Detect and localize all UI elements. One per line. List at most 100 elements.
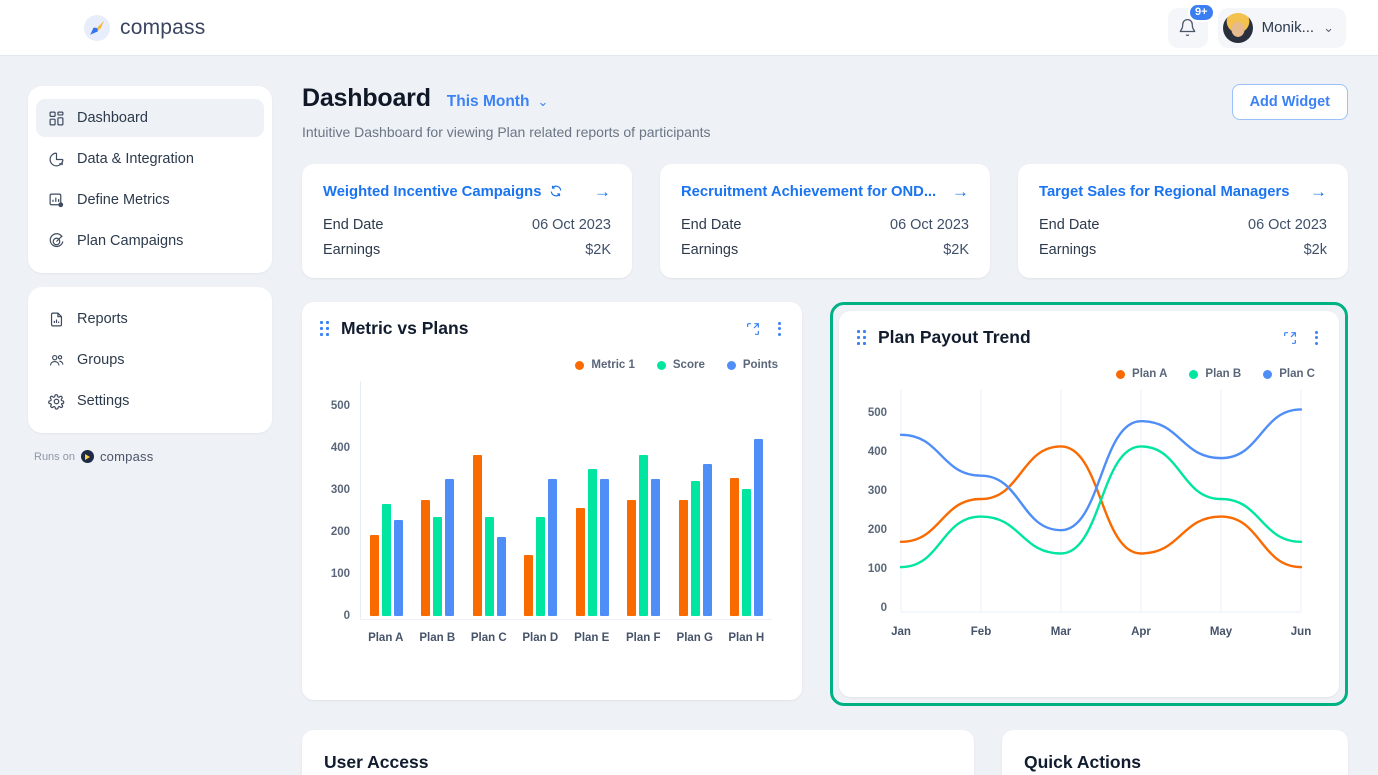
bar[interactable] bbox=[600, 479, 609, 616]
legend-item[interactable]: Plan B bbox=[1189, 368, 1241, 380]
arrow-right-icon[interactable]: → bbox=[1300, 182, 1327, 202]
chevron-down-icon: ⌄ bbox=[537, 94, 548, 110]
metrics-chart-icon bbox=[48, 192, 65, 209]
legend-item[interactable]: Plan A bbox=[1116, 368, 1167, 380]
sidebar-item-label: Data & Integration bbox=[77, 151, 194, 167]
bar[interactable] bbox=[445, 479, 454, 616]
y-axis-tick-label: 300 bbox=[853, 485, 887, 497]
bar[interactable] bbox=[536, 517, 545, 616]
document-report-icon bbox=[48, 311, 65, 328]
target-icon bbox=[48, 233, 65, 250]
bar[interactable] bbox=[691, 481, 700, 616]
bar[interactable] bbox=[588, 469, 597, 616]
bar[interactable] bbox=[394, 520, 403, 616]
bar[interactable] bbox=[651, 479, 660, 616]
add-widget-button[interactable]: Add Widget bbox=[1232, 84, 1348, 120]
more-vertical-icon[interactable] bbox=[775, 320, 784, 338]
kpi-card[interactable]: Target Sales for Regional Managers → End… bbox=[1018, 164, 1348, 278]
bar[interactable] bbox=[627, 500, 636, 616]
more-vertical-icon[interactable] bbox=[1312, 329, 1321, 347]
kpi-card-title[interactable]: Target Sales for Regional Managers bbox=[1039, 184, 1290, 200]
kpi-row-label: End Date bbox=[323, 217, 383, 233]
legend-item[interactable]: Score bbox=[657, 359, 705, 371]
legend-color-dot bbox=[657, 361, 666, 370]
expand-icon[interactable] bbox=[1282, 330, 1298, 346]
bar-group bbox=[370, 381, 403, 616]
bar[interactable] bbox=[639, 455, 648, 616]
widget-title: Quick Actions bbox=[1024, 752, 1326, 773]
bar-group bbox=[627, 381, 660, 616]
kpi-row-label: End Date bbox=[1039, 217, 1099, 233]
line-series[interactable] bbox=[901, 409, 1301, 530]
refresh-icon[interactable] bbox=[549, 184, 563, 201]
bar[interactable] bbox=[703, 464, 712, 616]
people-group-icon bbox=[48, 352, 65, 369]
bar-group bbox=[421, 381, 454, 616]
period-selector[interactable]: This Month ⌄ bbox=[447, 93, 549, 111]
arrow-right-icon[interactable]: → bbox=[942, 182, 969, 202]
bar-group bbox=[524, 381, 557, 616]
legend-color-dot bbox=[1189, 370, 1198, 379]
bar[interactable] bbox=[433, 517, 442, 616]
sidebar-item-plan-campaigns[interactable]: Plan Campaigns bbox=[36, 222, 264, 260]
legend-color-dot bbox=[1116, 370, 1125, 379]
sidebar-item-define-metrics[interactable]: Define Metrics bbox=[36, 181, 264, 219]
bar[interactable] bbox=[548, 479, 557, 616]
user-menu-button[interactable]: Monik... ⌄ bbox=[1218, 8, 1346, 48]
x-axis-tick-label: Jan bbox=[891, 626, 911, 638]
drag-handle-icon[interactable] bbox=[320, 321, 329, 336]
bar[interactable] bbox=[370, 535, 379, 616]
line-series[interactable] bbox=[901, 446, 1301, 567]
legend-item[interactable]: Plan C bbox=[1263, 368, 1315, 380]
widget-quick-actions[interactable]: Quick Actions bbox=[1002, 730, 1348, 775]
gear-icon bbox=[48, 393, 65, 410]
x-axis-tick-label: Jun bbox=[1291, 626, 1311, 638]
y-axis-tick-label: 0 bbox=[316, 610, 350, 622]
brand-logo[interactable]: compass bbox=[84, 15, 205, 41]
bar[interactable] bbox=[754, 439, 763, 616]
runs-on-footer: Runs on compass bbox=[34, 449, 272, 464]
line-chart: 0100200300400500JanFebMarAprMayJun bbox=[853, 390, 1321, 660]
sidebar-item-settings[interactable]: Settings bbox=[36, 382, 264, 420]
bar[interactable] bbox=[679, 500, 688, 616]
legend-label: Plan B bbox=[1205, 368, 1241, 380]
drag-handle-icon[interactable] bbox=[857, 330, 866, 345]
kpi-card[interactable]: Recruitment Achievement for OND... → End… bbox=[660, 164, 990, 278]
kpi-card-title[interactable]: Weighted Incentive Campaigns bbox=[323, 184, 541, 200]
bar[interactable] bbox=[742, 489, 751, 616]
expand-icon[interactable] bbox=[745, 321, 761, 337]
widget-user-access[interactable]: User Access bbox=[302, 730, 974, 775]
bar[interactable] bbox=[382, 504, 391, 616]
bar-chart: 0100200300400500Plan APlan BPlan CPlan D… bbox=[316, 381, 784, 661]
bar[interactable] bbox=[485, 517, 494, 616]
legend-label: Metric 1 bbox=[591, 359, 634, 371]
bar[interactable] bbox=[473, 455, 482, 616]
y-axis-line bbox=[360, 381, 361, 620]
bar[interactable] bbox=[421, 500, 430, 616]
line-series[interactable] bbox=[901, 446, 1301, 567]
notifications-button[interactable]: 9+ bbox=[1168, 8, 1208, 48]
sidebar-item-label: Dashboard bbox=[77, 110, 148, 126]
pie-chart-icon bbox=[48, 151, 65, 168]
legend-item[interactable]: Points bbox=[727, 359, 778, 371]
x-axis-tick-label: Plan A bbox=[368, 632, 403, 644]
bar[interactable] bbox=[576, 508, 585, 616]
bar[interactable] bbox=[497, 537, 506, 616]
kpi-row-value: $2K bbox=[585, 242, 611, 258]
sidebar-item-dashboard[interactable]: Dashboard bbox=[36, 99, 264, 137]
x-axis-tick-label: Plan B bbox=[419, 632, 455, 644]
legend-label: Score bbox=[673, 359, 705, 371]
y-axis-tick-label: 500 bbox=[316, 400, 350, 412]
bar[interactable] bbox=[524, 555, 533, 616]
widget-title: Metric vs Plans bbox=[341, 318, 468, 339]
sidebar-item-reports[interactable]: Reports bbox=[36, 300, 264, 338]
sidebar-item-groups[interactable]: Groups bbox=[36, 341, 264, 379]
bar[interactable] bbox=[730, 478, 739, 616]
y-axis-tick-label: 100 bbox=[316, 568, 350, 580]
chart-legend: Metric 1 Score Points bbox=[316, 359, 784, 371]
kpi-card[interactable]: Weighted Incentive Campaigns → End Date … bbox=[302, 164, 632, 278]
arrow-right-icon[interactable]: → bbox=[584, 182, 611, 202]
sidebar-item-data-integration[interactable]: Data & Integration bbox=[36, 140, 264, 178]
legend-item[interactable]: Metric 1 bbox=[575, 359, 634, 371]
kpi-card-title[interactable]: Recruitment Achievement for OND... bbox=[681, 184, 936, 200]
